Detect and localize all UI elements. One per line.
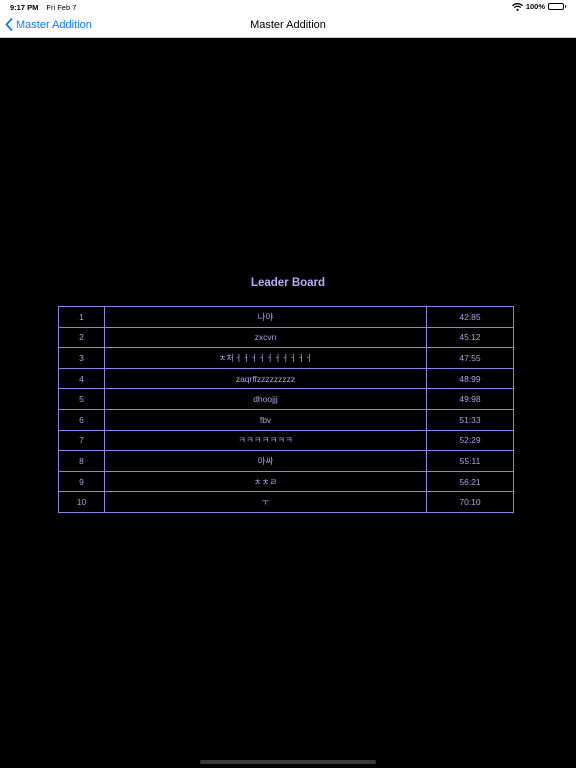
rank-cell: 2 xyxy=(58,326,105,349)
name-cell: zaqrffzzzzzzzzz xyxy=(104,367,427,390)
name-cell: dhoojjj xyxy=(104,388,427,410)
main-content: Leader Board 1 나야 42:85 2 zxcvn 45:12 3 ㅊ처ㅓㅓㅓㅓㅓ… xyxy=(0,38,576,768)
rank-cell: 4 xyxy=(58,367,105,390)
time-cell: 47:55 xyxy=(426,347,514,369)
time-cell: 48:99 xyxy=(426,367,514,390)
battery-icon xyxy=(548,3,566,10)
battery-percent: 100% xyxy=(525,2,545,11)
rank-cell: 7 xyxy=(58,429,105,452)
table-row: 8 아싸 55:11 xyxy=(58,450,514,472)
name-cell: ㅊㅊㄹ xyxy=(104,470,427,493)
rank-cell: 10 xyxy=(58,491,105,513)
time-cell: 51:33 xyxy=(426,408,514,431)
name-cell: 아싸 xyxy=(104,450,427,472)
name-cell: zxcvn xyxy=(104,326,427,349)
rank-cell: 6 xyxy=(58,408,105,431)
home-indicator xyxy=(200,760,376,764)
name-cell: fbv xyxy=(104,408,427,431)
table-row: 6 fbv 51:33 xyxy=(58,408,514,431)
table-row: 4 zaqrffzzzzzzzzz 48:99 xyxy=(58,367,514,390)
status-time: 9:17 PM xyxy=(10,3,39,12)
table-row: 2 zxcvn 45:12 xyxy=(58,326,514,349)
table-row: 7 ㅋㅋㅋㅋㅋㅋㅋ 52:29 xyxy=(58,429,514,452)
status-right: 100% xyxy=(511,2,566,11)
leaderboard-title: Leader Board xyxy=(250,277,326,289)
rank-cell: 3 xyxy=(58,347,105,369)
status-left: 9:17 PM Fri Feb 7 xyxy=(10,3,76,12)
leaderboard-table: 1 나야 42:85 2 zxcvn 45:12 3 ㅊ처ㅓㅓㅓㅓㅓㅓㅓㅓㅓㅓ 47:55 4 za… xyxy=(58,306,514,513)
name-cell: 나야 xyxy=(104,306,427,328)
time-cell: 42:85 xyxy=(426,306,514,328)
wifi-icon xyxy=(511,2,523,11)
time-cell: 56:21 xyxy=(426,470,514,493)
rank-cell: 1 xyxy=(58,306,105,328)
rank-cell: 5 xyxy=(58,388,105,410)
rank-cell: 8 xyxy=(58,450,105,472)
page-title: Master Addition xyxy=(250,19,326,31)
name-cell: ㅜ xyxy=(104,491,427,513)
time-cell: 45:12 xyxy=(426,326,514,349)
table-row: 5 dhoojjj 49:98 xyxy=(58,388,514,410)
status-date: Fri Feb 7 xyxy=(46,3,77,12)
name-cell: ㅋㅋㅋㅋㅋㅋㅋ xyxy=(104,429,427,452)
table-row: 1 나야 42:85 xyxy=(58,306,514,328)
time-cell: 55:11 xyxy=(426,450,514,472)
time-cell: 49:98 xyxy=(426,388,514,410)
rank-cell: 9 xyxy=(58,470,105,493)
status-bar: 9:17 PM Fri Feb 7 100% xyxy=(0,0,576,14)
name-cell: ㅊ처ㅓㅓㅓㅓㅓㅓㅓㅓㅓㅓ xyxy=(104,347,427,369)
time-cell: 70:10 xyxy=(426,491,514,513)
time-cell: 52:29 xyxy=(426,429,514,452)
table-row: 10 ㅜ 70:10 xyxy=(58,491,514,513)
table-row: 9 ㅊㅊㄹ 56:21 xyxy=(58,470,514,493)
table-row: 3 ㅊ처ㅓㅓㅓㅓㅓㅓㅓㅓㅓㅓ 47:55 xyxy=(58,347,514,369)
leaderboard-rows: 1 나야 42:85 2 zxcvn 45:12 3 ㅊ처ㅓㅓㅓㅓㅓㅓㅓㅓㅓㅓ 47:55 4 za… xyxy=(58,306,514,513)
navigation-bar: Master Addition Master Addition xyxy=(0,14,576,38)
